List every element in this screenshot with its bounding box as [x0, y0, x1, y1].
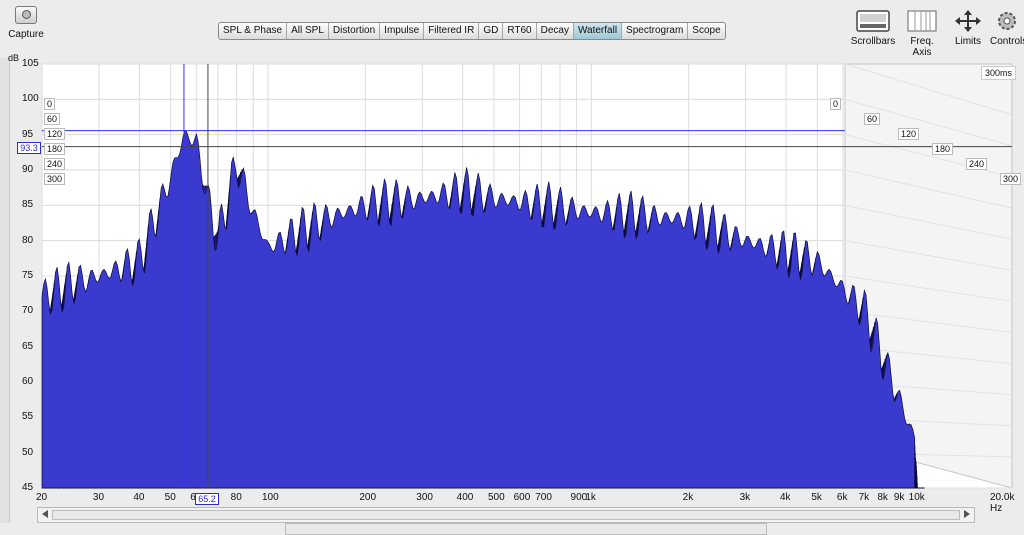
tab-rt60[interactable]: RT60 — [503, 23, 537, 39]
cursor-y-readout: 93.3 — [17, 142, 41, 154]
y-tick-label: 75 — [22, 270, 34, 281]
time-label-left: 60 — [44, 113, 61, 125]
bottom-controls-bar — [285, 523, 767, 535]
graph-tabs: SPL & Phase All SPL Distortion Impulse F… — [218, 22, 726, 40]
tab-filtered-ir[interactable]: Filtered IR — [424, 23, 480, 39]
time-label-left: 0 — [44, 98, 56, 110]
time-span-label: 300ms — [980, 66, 1016, 80]
x-tick-label: 8k — [877, 492, 888, 503]
x-tick-label: 50 — [164, 492, 176, 503]
scroll-left-icon[interactable] — [42, 510, 48, 518]
x-tick-label: 9k — [893, 492, 905, 503]
capture-label: Capture — [8, 29, 44, 40]
time-label-right: 300 — [1000, 173, 1022, 185]
tab-waterfall[interactable]: Waterfall — [573, 23, 623, 39]
camera-icon — [15, 6, 37, 24]
x-tick-label: 3k — [739, 492, 751, 503]
x-tick-label: 6k — [836, 492, 848, 503]
scrollbars-icon — [850, 10, 896, 32]
time-label-left: 240 — [44, 158, 66, 170]
y-tick-label: 50 — [22, 446, 34, 458]
freq-axis-icon — [900, 10, 944, 32]
scrollbars-button[interactable]: Scrollbars — [850, 10, 896, 47]
y-tick-label: 105 — [22, 58, 39, 69]
capture-button[interactable]: Capture — [6, 6, 46, 40]
waterfall-svg — [41, 63, 1013, 490]
cursor-x-readout: 65.2 — [195, 493, 219, 505]
y-tick-label: 60 — [22, 376, 34, 387]
x-tick-label: 300 — [416, 492, 433, 503]
scroll-right-icon[interactable] — [964, 510, 970, 518]
y-tick-label: 65 — [22, 340, 34, 352]
limits-button[interactable]: Limits — [951, 10, 985, 47]
y-tick-label: 90 — [22, 164, 34, 175]
tab-gd[interactable]: GD — [479, 23, 504, 39]
x-tick-label: 30 — [92, 492, 105, 503]
time-label-left: 120 — [44, 128, 66, 140]
time-label-right: 120 — [898, 128, 920, 140]
gear-icon — [990, 10, 1024, 32]
x-tick-label: 500 — [488, 492, 505, 503]
waterfall-plot[interactable]: 105 100 95 90 85 80 75 70 65 60 55 50 45 20 30 40 50 60 8… — [0, 53, 1024, 514]
x-tick-label: 40 — [133, 492, 145, 503]
time-label-right: 240 — [966, 158, 988, 170]
y-tick-label: 45 — [22, 482, 34, 493]
limits-arrows-icon — [951, 10, 985, 32]
tab-spl-phase[interactable]: SPL & Phase — [219, 23, 288, 39]
time-label-left: 300 — [44, 173, 66, 185]
y-tick-label: 85 — [22, 199, 34, 211]
y-unit-label: dB — [8, 53, 20, 63]
x-tick-label: 200 — [359, 492, 377, 503]
x-tick-label: 2k — [682, 492, 694, 503]
x-tick-label: 20.0k Hz — [990, 492, 1015, 514]
limits-label: Limits — [954, 36, 982, 47]
tab-distortion[interactable]: Distortion — [328, 23, 381, 39]
x-tick-label: 10k — [908, 492, 925, 503]
x-tick-label: 20 — [36, 492, 48, 503]
scrollbars-label: Scrollbars — [850, 36, 896, 47]
x-tick-label: 400 — [456, 492, 474, 503]
controls-label: Controls — [990, 36, 1024, 47]
x-tick-label: 5k — [811, 492, 822, 503]
x-tick-label: 700 — [535, 492, 552, 503]
x-tick-label: 100 — [262, 492, 279, 503]
x-tick-label: 80 — [230, 492, 242, 503]
y-tick-label: 80 — [22, 234, 34, 246]
freq-axis-button[interactable]: Freq. Axis — [900, 10, 944, 58]
toolbar: Capture SPL & Phase All SPL Distortion I… — [0, 0, 1024, 58]
scroll-thumb[interactable] — [52, 510, 960, 520]
time-label-right: 0 — [830, 98, 842, 110]
time-label-left: 180 — [44, 143, 66, 155]
y-tick-label: 100 — [22, 93, 39, 105]
horizontal-scrollbar[interactable] — [37, 507, 975, 523]
tab-all-spl[interactable]: All SPL — [287, 23, 329, 39]
x-tick-label: 600 — [513, 492, 531, 503]
tab-spectrogram[interactable]: Spectrogram — [622, 23, 689, 39]
x-tick-label: 7k — [858, 492, 870, 503]
y-tick-label: 70 — [22, 305, 34, 317]
time-label-right: 60 — [864, 113, 881, 125]
controls-button[interactable]: Controls — [990, 10, 1024, 47]
y-tick-label: 95 — [22, 128, 34, 140]
tab-decay[interactable]: Decay — [536, 23, 574, 39]
tab-scope[interactable]: Scope — [688, 23, 725, 39]
x-tick-label: 4k — [779, 492, 791, 503]
y-tick-label: 55 — [22, 411, 34, 423]
time-label-right: 180 — [932, 143, 954, 155]
x-tick-label: 1k — [585, 492, 596, 503]
freq-axis-label: Freq. Axis — [910, 36, 934, 58]
tab-impulse[interactable]: Impulse — [380, 23, 425, 39]
